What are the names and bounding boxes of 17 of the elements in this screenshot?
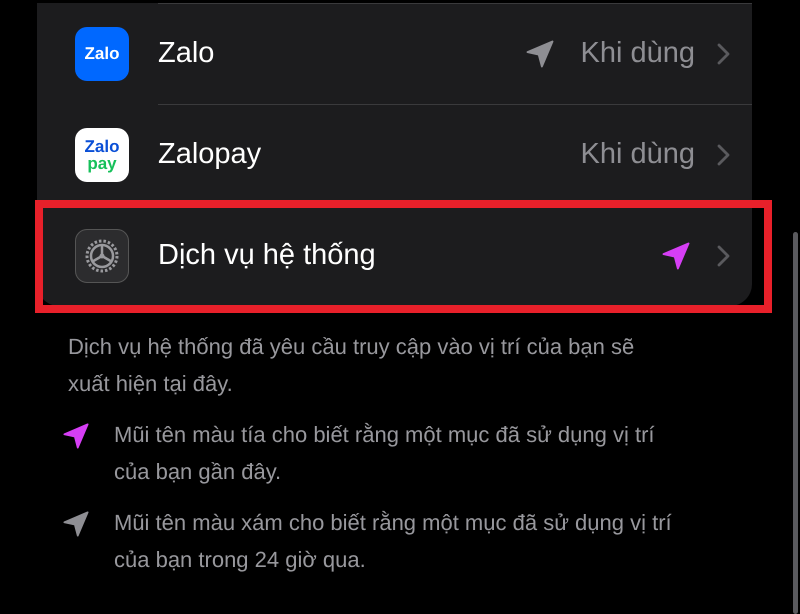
permission-value: Khi dùng	[580, 137, 695, 172]
zalopay-logo-icon: Zalo pay	[75, 128, 129, 182]
chevron-icon	[717, 245, 730, 267]
legend-text: Mũi tên màu xám cho biết rằng một mục đã sử dụng vị trí của bạn trong 24 giờ qua.	[114, 509, 673, 574]
permission-value: Khi dùng	[580, 36, 695, 72]
legend-text: Mũi tên màu tía cho biết rằng một mục đã sử dụng vị trí của bạn gần đây.	[114, 421, 656, 486]
chevron-icon	[717, 43, 730, 65]
app-row[interactable]: Dịch vụ hệ thống	[37, 205, 752, 306]
app-name: Zalo	[158, 36, 216, 72]
app-row[interactable]: Zalo pay Zalopay Khi dùng	[37, 104, 752, 205]
gear-icon	[75, 228, 129, 282]
zalo-logo-icon: Zalo	[75, 26, 129, 80]
app-name: Dịch vụ hệ thống	[158, 238, 377, 274]
app-name: Zalopay	[158, 137, 262, 172]
chevron-icon	[717, 144, 730, 166]
footer-note: Dịch vụ hệ thống đã yêu cầu truy cập vào vị trí của bạn sẽ xuất hiện tại đây.	[67, 333, 636, 398]
app-row[interactable]: Zalo Zalo Khi dùng	[37, 3, 752, 104]
